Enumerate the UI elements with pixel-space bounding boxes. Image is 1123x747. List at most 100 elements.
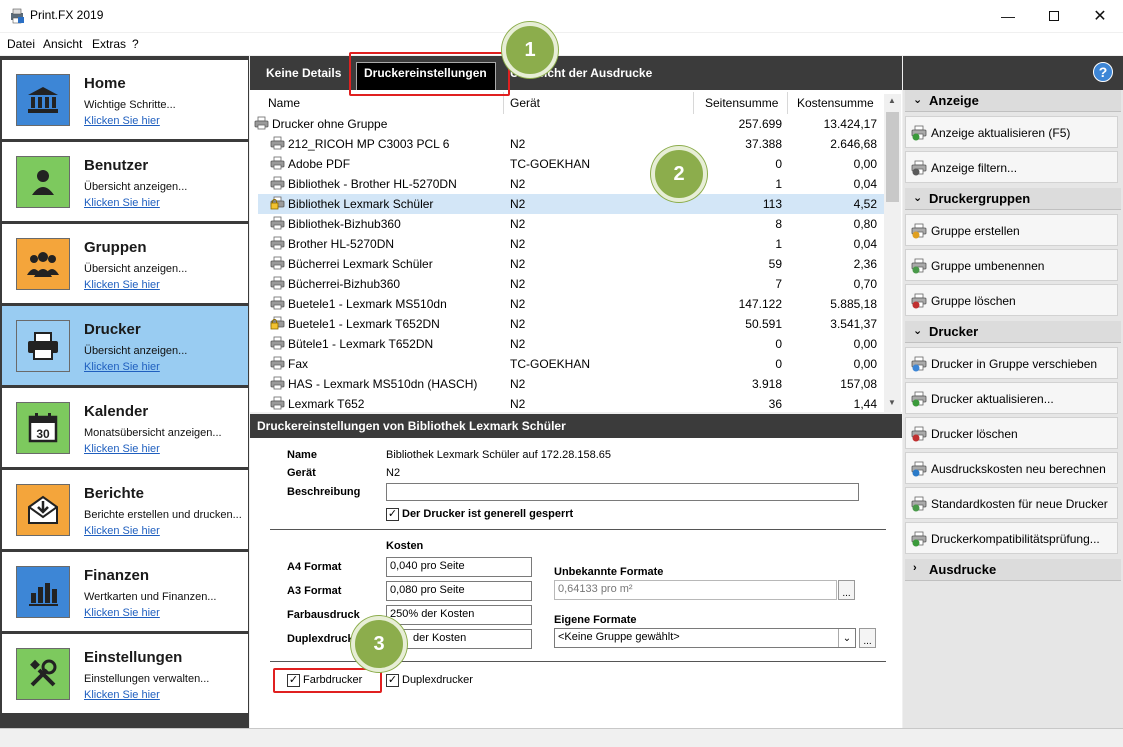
action-printer-move-button[interactable]: Drucker in Gruppe verschieben	[905, 347, 1118, 379]
printer-row[interactable]: Bibliothek Lexmark Schüler N2 113 4,52	[258, 194, 884, 214]
printer-cost-total: 2,36	[853, 257, 877, 271]
section-header-drucker[interactable]: ⌄ Drucker	[905, 321, 1121, 343]
printer-row[interactable]: Bütele1 - Lexmark T652DN N2 0 0,00	[258, 334, 884, 354]
tab-keine-details[interactable]: Keine Details	[266, 66, 341, 80]
a4-cost-input[interactable]: 0,040 pro Seite	[386, 557, 532, 577]
column-header-pages[interactable]: Seitensumme	[705, 96, 778, 110]
printer-row[interactable]: Bücherrei-Bizhub360 N2 7 0,70	[258, 274, 884, 294]
printer-name: Bibliothek - Brother HL-5270DN	[288, 177, 457, 191]
nav-item-link[interactable]: Klicken Sie hier	[84, 443, 160, 455]
nav-item-einstellungen[interactable]: Einstellungen Einstellungen verwalten... K…	[2, 634, 248, 713]
nav-item-link[interactable]: Klicken Sie hier	[84, 197, 160, 209]
printer-name: Bücherrei-Bizhub360	[288, 277, 401, 291]
duplex-print-input[interactable]: der Kosten	[386, 629, 532, 649]
own-formats-label: Eigene Formate	[554, 614, 637, 626]
column-separator[interactable]	[693, 92, 694, 114]
column-header-device[interactable]: Gerät	[510, 96, 540, 110]
printer-locked-icon	[270, 196, 285, 210]
printer-page-total: 37.388	[745, 137, 782, 151]
nav-item-link[interactable]: Klicken Sie hier	[84, 279, 160, 291]
nav-item-link[interactable]: Klicken Sie hier	[84, 689, 160, 701]
duplex-printer-checkbox[interactable]: ✓	[386, 674, 399, 687]
printer-row[interactable]: Brother HL-5270DN N2 1 0,04	[258, 234, 884, 254]
section-header-anzeige[interactable]: ⌄ Anzeige	[905, 90, 1121, 112]
refresh-icon	[911, 125, 927, 141]
help-icon[interactable]: ?	[1093, 62, 1113, 82]
printer-device: N2	[510, 197, 526, 211]
locked-checkbox[interactable]: ✓	[386, 508, 399, 521]
printer-cost-total: 0,04	[853, 177, 877, 191]
printer-row[interactable]: HAS - Lexmark MS510dn (HASCH) N2 3.918 157,…	[258, 374, 884, 394]
action-group-delete-button[interactable]: Gruppe löschen	[905, 284, 1118, 316]
menu-help[interactable]: ?	[132, 37, 139, 51]
printer-row[interactable]: Buetele1 - Lexmark T652DN N2 50.591 3.541,3…	[258, 314, 884, 334]
group-icon	[16, 238, 70, 290]
printer-row[interactable]: Lexmark T652 N2 36 1,44	[258, 394, 884, 414]
column-separator[interactable]	[787, 92, 788, 114]
minimize-button[interactable]: —	[985, 0, 1031, 32]
scroll-up-icon[interactable]: ▲	[888, 96, 896, 105]
nav-item-link[interactable]: Klicken Sie hier	[84, 525, 160, 537]
close-button[interactable]: ✕	[1077, 0, 1123, 32]
column-header-name[interactable]: Name	[268, 96, 300, 110]
printer-device: N2	[510, 317, 526, 331]
calendar-icon: 30	[16, 402, 70, 454]
unknown-formats-browse-button[interactable]: ...	[838, 580, 855, 600]
printer-row[interactable]: Bibliothek-Bizhub360 N2 8 0,80	[258, 214, 884, 234]
nav-item-home[interactable]: Home Wichtige Schritte... Klicken Sie hier	[2, 60, 248, 139]
column-header-costs[interactable]: Kostensumme	[797, 96, 874, 110]
action-printer-delete-button[interactable]: Drucker löschen	[905, 417, 1118, 449]
printer-row[interactable]: Bibliothek - Brother HL-5270DN N2 1 0,04	[258, 174, 884, 194]
nav-item-kalender[interactable]: 30 Kalender Monatsübersicht anzeigen... Kli…	[2, 388, 248, 467]
checkmark-icon: ✓	[387, 508, 398, 520]
printer-page-total: 7	[775, 277, 782, 291]
description-input[interactable]	[386, 483, 859, 501]
printer-row[interactable]: Adobe PDF TC-GOEKHAN 0 0,00	[258, 154, 884, 174]
nav-item-title: Home	[84, 75, 126, 92]
section-header-ausdrucke[interactable]: › Ausdrucke	[905, 559, 1121, 581]
chevron-down-icon[interactable]: ⌄	[838, 629, 855, 647]
a3-cost-input[interactable]: 0,080 pro Seite	[386, 581, 532, 601]
color-print-input[interactable]: 250% der Kosten	[386, 605, 532, 625]
printer-name: Bütele1 - Lexmark T652DN	[288, 337, 434, 351]
nav-item-link[interactable]: Klicken Sie hier	[84, 607, 160, 619]
printer-name: Buetele1 - Lexmark MS510dn	[288, 297, 447, 311]
printer-row[interactable]: Fax TC-GOEKHAN 0 0,00	[258, 354, 884, 374]
menu-extras[interactable]: Extras	[92, 37, 126, 51]
printer-row[interactable]: Buetele1 - Lexmark MS510dn N2 147.122 5.885…	[258, 294, 884, 314]
nav-item-link[interactable]: Klicken Sie hier	[84, 115, 160, 127]
nav-item-gruppen[interactable]: Gruppen Übersicht anzeigen... Klicken Sie …	[2, 224, 248, 303]
nav-item-finanzen[interactable]: Finanzen Wertkarten und Finanzen... Klicke…	[2, 552, 248, 631]
action-label: Ausdruckskosten neu berechnen	[931, 462, 1106, 476]
printer-group-row[interactable]: Drucker ohne Gruppe 257.699 13.424,17	[254, 114, 884, 134]
scroll-down-icon[interactable]: ▼	[888, 398, 896, 407]
svg-text:30: 30	[36, 427, 50, 441]
own-formats-browse-button[interactable]: ...	[859, 628, 876, 648]
own-formats-select[interactable]: <Keine Gruppe gewählt>	[554, 628, 856, 648]
unknown-formats-input[interactable]: 0,64133 pro m²	[554, 580, 837, 600]
menu-ansicht[interactable]: Ansicht	[43, 37, 82, 51]
maximize-button[interactable]	[1031, 0, 1077, 32]
section-header-druckergruppen[interactable]: ⌄ Druckergruppen	[905, 188, 1121, 210]
action-label: Anzeige aktualisieren (F5)	[931, 126, 1071, 140]
action-recalc-button[interactable]: Ausdruckskosten neu berechnen	[905, 452, 1118, 484]
nav-item-link[interactable]: Klicken Sie hier	[84, 361, 160, 373]
detail-title: Druckereinstellungen von Bibliothek Lexm…	[257, 419, 566, 433]
printer-row[interactable]: Bücherrei Lexmark Schüler N2 59 2,36	[258, 254, 884, 274]
nav-item-drucker[interactable]: Drucker Übersicht anzeigen... Klicken Sie …	[2, 306, 248, 385]
action-refresh-button[interactable]: Anzeige aktualisieren (F5)	[905, 116, 1118, 148]
action-group-add-button[interactable]: Gruppe erstellen	[905, 214, 1118, 246]
menu-datei[interactable]: Datei	[7, 37, 35, 51]
action-group-rename-button[interactable]: Gruppe umbenennen	[905, 249, 1118, 281]
scrollbar-thumb[interactable]	[886, 112, 899, 202]
printer-page-total: 59	[768, 257, 782, 271]
printer-row[interactable]: 212_RICOH MP C3003 PCL 6 N2 37.388 2.646,68	[258, 134, 884, 154]
nav-item-subtitle: Wichtige Schritte...	[84, 99, 176, 111]
action-printer-default-cost-button[interactable]: Standardkosten für neue Drucker	[905, 487, 1118, 519]
action-filter-button[interactable]: Anzeige filtern...	[905, 151, 1118, 183]
printer-page-total: 1	[775, 177, 782, 191]
action-printer-refresh-button[interactable]: Drucker aktualisieren...	[905, 382, 1118, 414]
nav-item-berichte[interactable]: Berichte Berichte erstellen und drucken..…	[2, 470, 248, 549]
action-printer-check-button[interactable]: Druckerkompatibilitätsprüfung...	[905, 522, 1118, 554]
nav-item-benutzer[interactable]: Benutzer Übersicht anzeigen... Klicken Sie…	[2, 142, 248, 221]
